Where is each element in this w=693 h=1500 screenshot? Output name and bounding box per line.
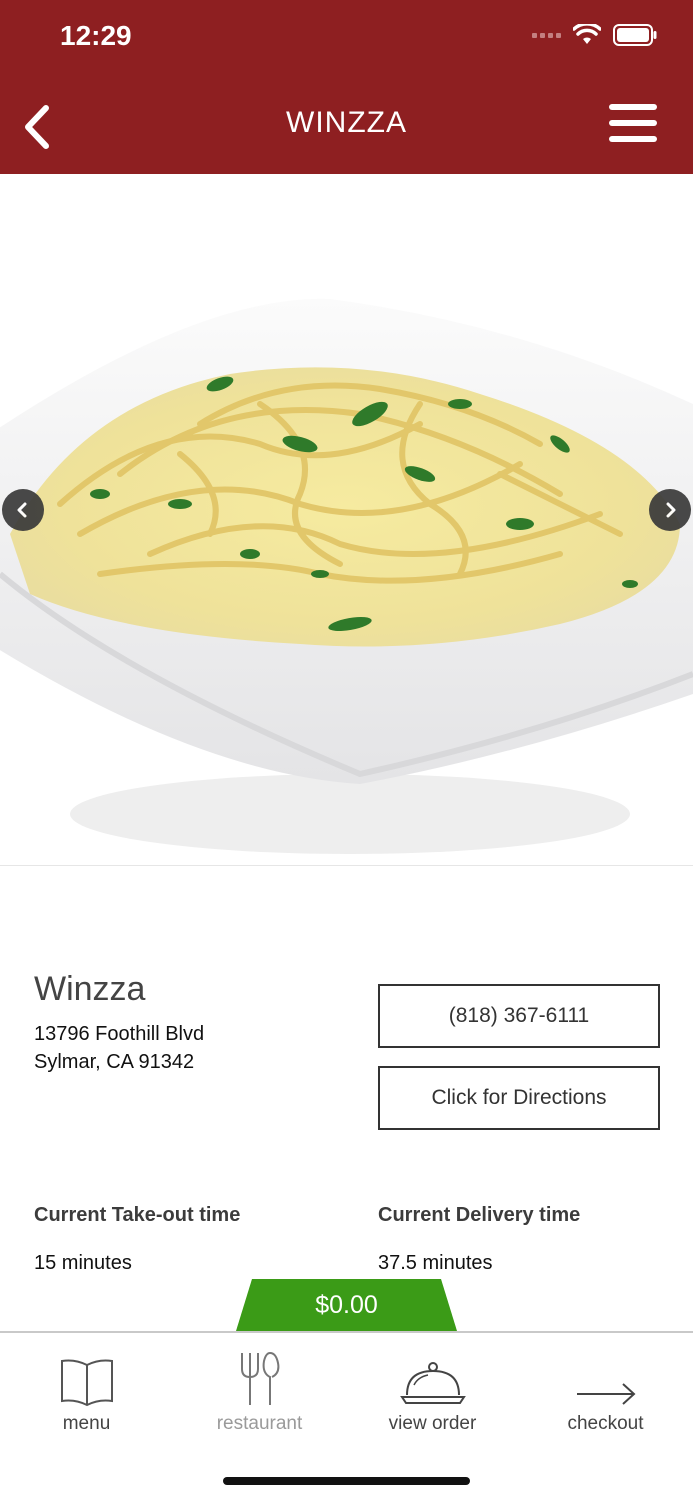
home-indicator bbox=[223, 1477, 470, 1485]
page-title: WINZZA bbox=[286, 106, 407, 139]
address-line-2: Sylmar, CA 91342 bbox=[34, 1051, 195, 1073]
hero-carousel[interactable] bbox=[0, 174, 693, 866]
takeout-time-label: Current Take-out time bbox=[34, 1204, 241, 1226]
tab-view-order-label: view order bbox=[388, 1413, 477, 1434]
nav-bar: WINZZA bbox=[0, 80, 693, 174]
fettuccine-alfredo-photo bbox=[0, 174, 693, 865]
arrow-right-icon bbox=[576, 1383, 635, 1405]
status-icons bbox=[532, 24, 657, 46]
tab-checkout[interactable]: checkout bbox=[519, 1347, 692, 1435]
restaurant-name: Winzza bbox=[34, 970, 146, 1008]
signal-icon bbox=[532, 32, 561, 38]
restaurant-address: 13796 Foothill Blvd Sylmar, CA 91342 bbox=[34, 1020, 204, 1076]
status-bar: 12:29 bbox=[0, 0, 693, 80]
tab-checkout-label: checkout bbox=[567, 1413, 644, 1434]
hamburger-menu-button[interactable] bbox=[609, 104, 657, 146]
hamburger-icon bbox=[609, 104, 657, 110]
chevron-right-icon bbox=[666, 502, 676, 518]
delivery-time-label: Current Delivery time bbox=[378, 1204, 581, 1226]
book-icon bbox=[60, 1359, 113, 1407]
tab-menu-label: menu bbox=[62, 1413, 111, 1434]
status-time: 12:29 bbox=[60, 20, 132, 51]
address-line-1: 13796 Foothill Blvd bbox=[34, 1023, 205, 1045]
tab-restaurant[interactable]: restaurant bbox=[173, 1347, 346, 1435]
chevron-left-icon bbox=[17, 502, 27, 518]
delivery-time-value: 37.5 minutes bbox=[378, 1252, 493, 1274]
cloche-icon bbox=[399, 1362, 466, 1404]
carousel-next-button[interactable] bbox=[649, 489, 691, 531]
wifi-icon bbox=[573, 24, 601, 44]
battery-icon bbox=[613, 24, 657, 46]
bottom-tab-bar: menu restaurant view order checkout bbox=[0, 1331, 693, 1500]
tab-menu[interactable]: menu bbox=[0, 1347, 173, 1435]
takeout-time-value: 15 minutes bbox=[34, 1252, 132, 1274]
cart-total[interactable]: $0.00 bbox=[236, 1279, 457, 1331]
phone-button[interactable]: (818) 367-6111 bbox=[378, 984, 660, 1048]
directions-button[interactable]: Click for Directions bbox=[378, 1066, 660, 1130]
tab-view-order[interactable]: view order bbox=[346, 1347, 519, 1435]
carousel-prev-button[interactable] bbox=[2, 489, 44, 531]
tab-restaurant-label: restaurant bbox=[216, 1413, 303, 1434]
fork-knife-icon bbox=[240, 1351, 279, 1405]
